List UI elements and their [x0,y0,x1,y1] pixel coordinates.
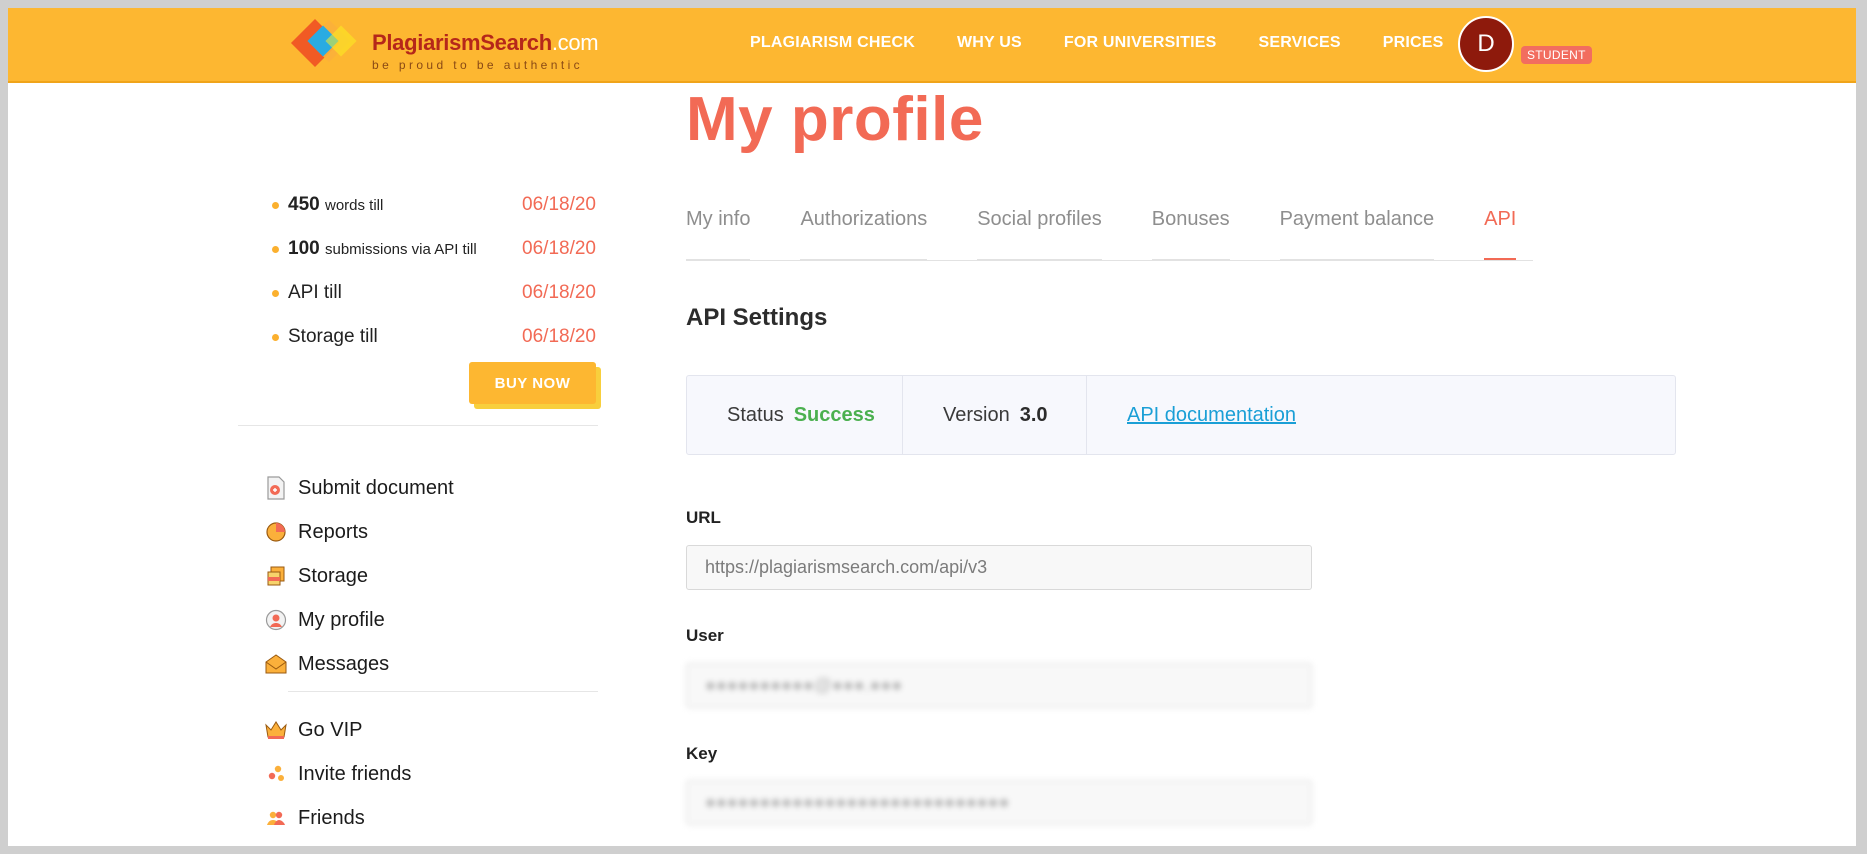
nav-services[interactable]: SERVICES [1258,34,1340,52]
role-badge: STUDENT [1521,46,1592,64]
tab-bonuses[interactable]: Bonuses [1151,208,1230,260]
sidebar-item-reports[interactable]: Reports [264,510,454,554]
nav-plagiarism-check[interactable]: PLAGIARISM CHECK [750,34,915,52]
sidebar-item-label: Messages [298,652,390,675]
sidebar-item-my-profile[interactable]: My profile [264,598,454,642]
logo-mark-icon [290,18,357,68]
tab-api[interactable]: API [1484,208,1517,260]
limit-label: Storage till [288,326,378,347]
sidebar-item-label: Reports [298,520,369,543]
bullet-icon [272,245,279,253]
limit-date: 06/18/20 [522,282,596,303]
status-value: Success [793,403,875,426]
sidebar-item-invite-friends[interactable]: Invite friends [264,752,411,796]
sidebar-item-submit-document[interactable]: Submit document [264,466,454,510]
sidebar-item-label: Go VIP [298,718,363,741]
sidebar-item-label: My profile [298,608,385,631]
status-cell: Status Success [687,376,903,454]
sidebar-item-label: Invite friends [298,762,412,785]
tab-social-profiles[interactable]: Social profiles [977,208,1102,260]
logo-domain: .com [551,30,599,55]
storage-icon [264,564,288,588]
sidebar-menu-secondary: Go VIP Invite friends Friends [264,708,411,840]
bullet-icon [272,289,279,297]
envelope-icon [264,652,288,676]
document-icon [264,476,288,500]
limit-label: submissions via API till [324,241,477,258]
tab-authorizations[interactable]: Authorizations [800,208,928,260]
limit-row-storage: Storage till 06/18/20 [272,315,596,359]
sidebar-menu: Submit document Reports Storage My profi… [264,466,454,686]
version-label: Version [943,403,1010,426]
api-documentation-link[interactable]: API documentation [1127,404,1296,427]
limit-label: words till [324,197,384,214]
bullet-icon [272,333,279,341]
sidebar-item-messages[interactable]: Messages [264,642,454,686]
site-logo[interactable]: PlagiarismSearch.com be proud to be auth… [290,18,610,74]
sidebar-item-friends[interactable]: Friends [264,796,411,840]
main-nav: PLAGIARISM CHECK WHY US FOR UNIVERSITIES… [750,34,1485,52]
tabs-underline [686,260,1533,261]
sidebar-item-storage[interactable]: Storage [264,554,454,598]
nav-for-universities[interactable]: FOR UNIVERSITIES [1064,34,1217,52]
avatar[interactable]: D [1458,16,1514,72]
limit-date: 06/18/20 [522,326,596,347]
top-bar: PlagiarismSearch.com be proud to be auth… [8,8,1856,83]
limit-date: 06/18/20 [522,194,596,215]
bullet-icon [272,201,279,209]
sidebar-divider [288,691,598,692]
section-title: API Settings [686,304,828,331]
nav-prices[interactable]: PRICES [1383,34,1444,52]
invite-icon [264,762,288,786]
subscription-limits: 450 words till 06/18/20 100 submissions … [272,183,596,359]
crown-icon [264,718,288,742]
pie-chart-icon [264,520,288,544]
url-field[interactable] [686,545,1312,590]
friends-icon [264,806,288,830]
key-field[interactable] [686,780,1312,825]
tab-payment-balance[interactable]: Payment balance [1279,208,1435,260]
user-label: User [686,626,724,645]
user-field[interactable] [686,663,1312,708]
limit-label: API till [288,282,342,303]
status-label: Status [727,403,784,426]
logo-name: PlagiarismSearch.com [372,30,599,55]
documentation-cell: API documentation [1087,376,1296,454]
limit-amount: 450 [288,194,320,215]
sidebar-divider [238,425,598,426]
sidebar-item-label: Storage [298,564,369,587]
version-value: 3.0 [1019,403,1048,426]
tab-my-info[interactable]: My info [686,208,751,260]
limit-amount: 100 [288,238,320,259]
limit-row-words: 450 words till 06/18/20 [272,183,596,227]
limit-date: 06/18/20 [522,238,596,259]
browser-page: PlagiarismSearch.com be proud to be auth… [8,8,1856,846]
sidebar-item-go-vip[interactable]: Go VIP [264,708,411,752]
page-title: My profile [686,85,984,154]
limit-row-submissions: 100 submissions via API till 06/18/20 [272,227,596,271]
limit-row-api: API till 06/18/20 [272,271,596,315]
user-icon [264,608,288,632]
logo-tagline: be proud to be authentic [372,58,584,72]
sidebar-item-label: Submit document [298,476,454,499]
version-cell: Version 3.0 [903,376,1087,454]
key-label: Key [686,744,718,763]
buy-now-button[interactable]: BUY NOW [469,362,596,404]
profile-tabs: My info Authorizations Social profiles B… [686,208,1566,260]
url-label: URL [686,508,721,527]
nav-why-us[interactable]: WHY US [957,34,1022,52]
sidebar-item-label: Friends [298,806,365,829]
api-status-panel: Status Success Version 3.0 API documenta… [686,375,1676,455]
